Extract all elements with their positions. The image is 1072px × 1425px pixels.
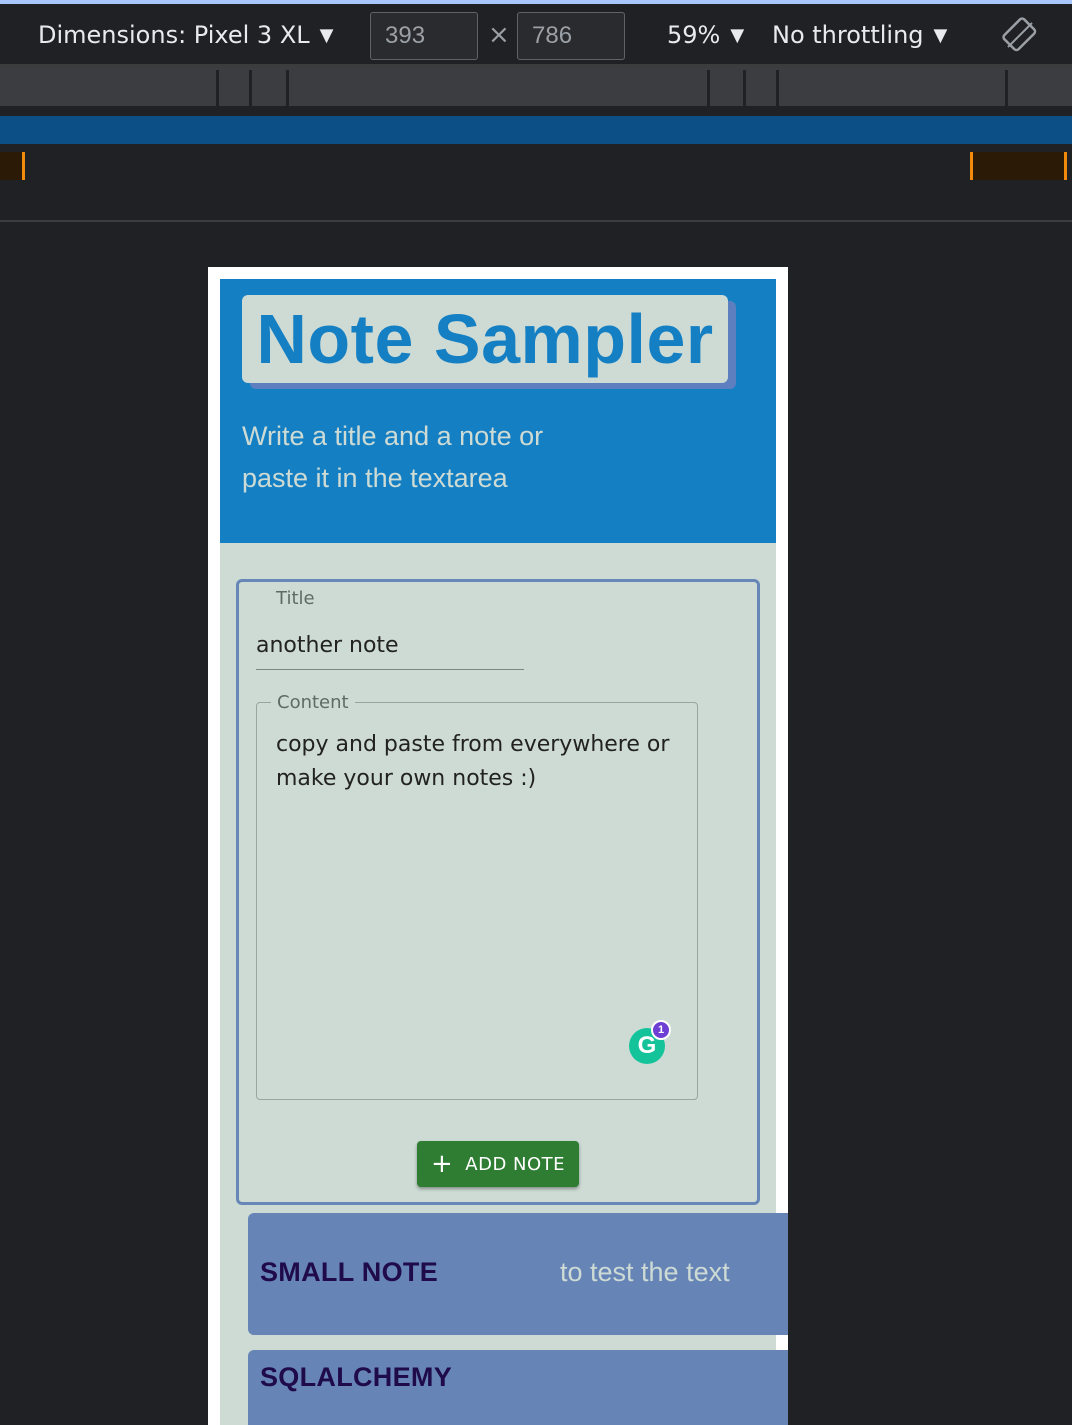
ruler-tick	[707, 70, 710, 106]
app-body: Title Content copy and paste from everyw…	[220, 543, 788, 1425]
device-viewport: Note Sampler Write a title and a note or…	[208, 267, 788, 1425]
add-note-label: ADD NOTE	[465, 1153, 566, 1175]
ruler-tick	[286, 70, 289, 106]
rotate-button[interactable]	[1002, 4, 1038, 66]
content-textarea[interactable]: copy and paste from everywhere or make y…	[276, 728, 676, 1028]
note-card[interactable]: SQLALCHEMY	[248, 1350, 788, 1425]
note-content: to test the text	[560, 1257, 730, 1287]
breakpoint-markers	[0, 152, 1072, 180]
add-note-button[interactable]: + ADD NOTE	[417, 1141, 579, 1187]
note-form: Title Content copy and paste from everyw…	[236, 579, 760, 1205]
ruler-tick	[249, 70, 252, 106]
app-header: Note Sampler Write a title and a note or…	[220, 279, 776, 543]
page-title: Note Sampler	[256, 300, 714, 378]
title-input[interactable]	[256, 622, 524, 670]
rotate-icon	[1002, 17, 1037, 52]
breakpoint-marker[interactable]	[22, 152, 25, 180]
dimensions-label: Dimensions: Pixel 3 XL	[38, 21, 310, 49]
toolbar-divider	[0, 220, 1072, 222]
ruler-tick	[776, 70, 779, 106]
width-input[interactable]	[370, 12, 478, 60]
throttling-label: No throttling	[772, 21, 924, 49]
media-query-ruler	[0, 66, 1072, 106]
chevron-down-icon: ▼	[730, 24, 745, 46]
note-card[interactable]: SMALL NOTE to test the text	[248, 1213, 788, 1335]
height-input[interactable]	[517, 12, 625, 60]
zoom-label: 59%	[667, 21, 721, 49]
grammarly-count-badge: 1	[651, 1020, 671, 1040]
ruler-tick	[216, 70, 219, 106]
media-query-bar[interactable]	[0, 116, 1072, 144]
ruler-tick	[1005, 70, 1008, 106]
page-subtitle: Write a title and a note or paste it in …	[242, 421, 544, 493]
title-card: Note Sampler	[242, 295, 728, 383]
zoom-dropdown[interactable]: 59% ▼	[667, 4, 744, 66]
times-icon: ×	[488, 20, 510, 50]
breakpoint-region	[973, 152, 1065, 180]
device-dimensions-dropdown[interactable]: Dimensions: Pixel 3 XL ▼	[38, 4, 333, 66]
device-toolbar: Dimensions: Pixel 3 XL ▼ × 59% ▼ No thro…	[0, 0, 1072, 66]
note-title: SQLALCHEMY	[260, 1362, 452, 1392]
note-title: SMALL NOTE	[260, 1257, 438, 1287]
chevron-down-icon: ▼	[319, 24, 334, 46]
ruler-tick	[743, 70, 746, 106]
breakpoint-marker[interactable]	[1064, 152, 1067, 180]
content-field-label: Content	[271, 692, 355, 713]
chevron-down-icon: ▼	[933, 24, 948, 46]
plus-icon: +	[430, 1149, 454, 1179]
throttling-dropdown[interactable]: No throttling ▼	[772, 4, 947, 66]
title-field-label: Title	[276, 588, 315, 609]
breakpoint-region	[0, 152, 22, 180]
